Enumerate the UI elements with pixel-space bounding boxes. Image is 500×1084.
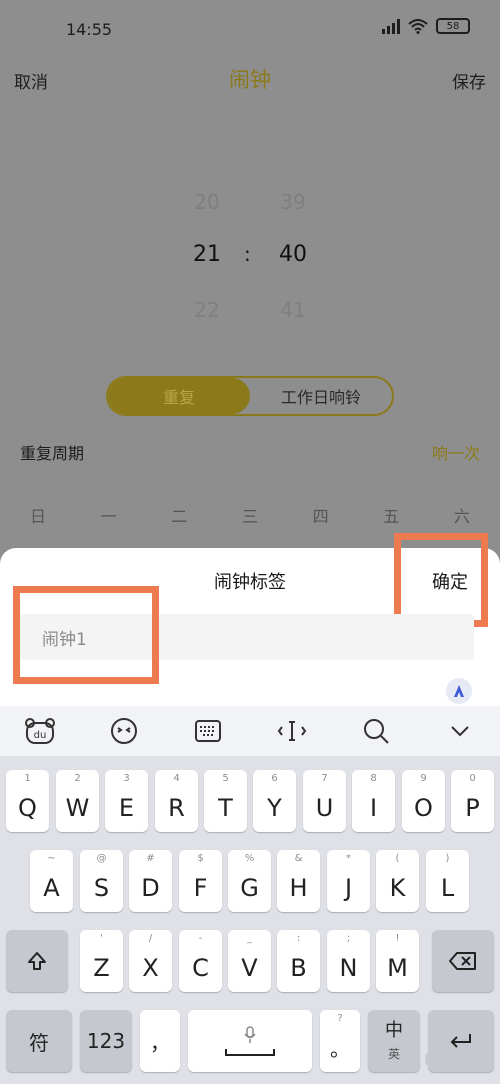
space-bar-icon: [225, 1049, 275, 1056]
keyboard-row-2: ~ A @ S # D $ F % G & H * J (K ) L: [0, 850, 500, 916]
alarm-edit-screen: 14:55 58 取消 闹钟 保存 20 21 22 : 39 40 41 重复…: [0, 0, 500, 560]
key-m[interactable]: ! M: [376, 930, 419, 992]
assistant-icon[interactable]: [446, 678, 472, 704]
time-separator: :: [244, 242, 251, 266]
status-icons: 58: [382, 18, 470, 34]
hour-selected: 21: [193, 242, 221, 267]
keyboard-icon[interactable]: [190, 713, 226, 749]
key-u[interactable]: 7U: [303, 770, 346, 832]
battery-icon: 58: [436, 18, 470, 34]
weekday-sat[interactable]: 六: [452, 503, 472, 527]
key-t[interactable]: 5T: [204, 770, 247, 832]
repeat-cycle-value[interactable]: 响一次: [432, 440, 480, 464]
key-n[interactable]: ; N: [327, 930, 370, 992]
weekday-selector: 日 一 二 三 四 五 六: [0, 503, 500, 527]
status-time: 14:55: [66, 20, 113, 39]
weekday-fri[interactable]: 五: [381, 503, 401, 527]
symbols-key[interactable]: 符: [6, 1010, 72, 1072]
keyboard: 1Q 2W 3E 4R 5T 6Y 7U 8I 9O 0P ~ A @ S # D $…: [0, 756, 500, 1084]
highlight-box-input: [13, 586, 159, 684]
key-h[interactable]: & H: [277, 850, 320, 912]
tab-workday[interactable]: 工作日响铃: [250, 378, 392, 414]
key-v[interactable]: _ V: [228, 930, 271, 992]
backspace-icon: [449, 952, 476, 970]
weekday-mon[interactable]: 一: [99, 503, 119, 527]
key-a[interactable]: ~ A: [30, 850, 73, 912]
save-button[interactable]: 保存: [452, 68, 486, 93]
repeat-cycle-label: 重复周期: [20, 444, 85, 463]
tab-repeat[interactable]: 重复: [108, 378, 250, 414]
cursor-icon[interactable]: [274, 713, 310, 749]
highlight-box-confirm: [394, 533, 488, 627]
hour-prev: 20: [194, 190, 220, 214]
weekday-wed[interactable]: 三: [240, 503, 260, 527]
minute-next: 41: [280, 298, 306, 322]
minute-prev: 39: [280, 190, 306, 214]
key-x[interactable]: / X: [129, 930, 172, 992]
keyboard-toolbar: du: [0, 706, 500, 756]
shift-icon: [28, 952, 46, 970]
key-j[interactable]: * J: [327, 850, 370, 912]
weekday-thu[interactable]: 四: [311, 503, 331, 527]
key-f[interactable]: $ F: [179, 850, 222, 912]
search-icon[interactable]: [358, 713, 394, 749]
key-b[interactable]: :B: [277, 930, 320, 992]
baidu-bear-icon[interactable]: du: [22, 713, 58, 749]
watermark: Bai 经验: [423, 1050, 490, 1069]
comma-key[interactable]: ，: [140, 1010, 180, 1072]
weekday-sun[interactable]: 日: [28, 503, 48, 527]
keyboard-row-3: ' Z / X -C _ V :B ; N ! M: [0, 930, 500, 996]
language-key[interactable]: 中英: [368, 1010, 420, 1072]
key-y[interactable]: 6Y: [253, 770, 296, 832]
keyboard-row-1: 1Q 2W 3E 4R 5T 6Y 7U 8I 9O 0P: [0, 770, 500, 836]
microphone-icon: [244, 1026, 256, 1043]
shift-key[interactable]: [6, 930, 68, 992]
key-r[interactable]: 4R: [155, 770, 198, 832]
key-z[interactable]: ' Z: [80, 930, 123, 992]
key-i[interactable]: 8I: [352, 770, 395, 832]
minute-selected: 40: [279, 242, 307, 267]
key-w[interactable]: 2W: [56, 770, 99, 832]
space-key[interactable]: [188, 1010, 312, 1072]
key-c[interactable]: -C: [179, 930, 222, 992]
hour-next: 22: [194, 298, 220, 322]
key-d[interactable]: # D: [129, 850, 172, 912]
repeat-mode-toggle: 重复 工作日响铃: [106, 376, 394, 416]
emoji-icon[interactable]: [106, 713, 142, 749]
key-l[interactable]: ) L: [426, 850, 469, 912]
collapse-icon[interactable]: [442, 713, 478, 749]
key-e[interactable]: 3E: [105, 770, 148, 832]
backspace-key[interactable]: [432, 930, 494, 992]
weekday-tue[interactable]: 二: [169, 503, 189, 527]
svg-text:du: du: [34, 730, 47, 741]
period-key[interactable]: ?。: [320, 1010, 360, 1072]
signal-icon: [382, 18, 400, 34]
wifi-icon: [408, 19, 428, 34]
key-s[interactable]: @ S: [80, 850, 123, 912]
key-o[interactable]: 9O: [402, 770, 445, 832]
key-q[interactable]: 1Q: [6, 770, 49, 832]
page-title: 闹钟: [229, 68, 271, 92]
key-g[interactable]: % G: [228, 850, 271, 912]
numbers-key[interactable]: 123: [80, 1010, 132, 1072]
key-k[interactable]: (K: [376, 850, 419, 912]
key-p[interactable]: 0P: [451, 770, 494, 832]
